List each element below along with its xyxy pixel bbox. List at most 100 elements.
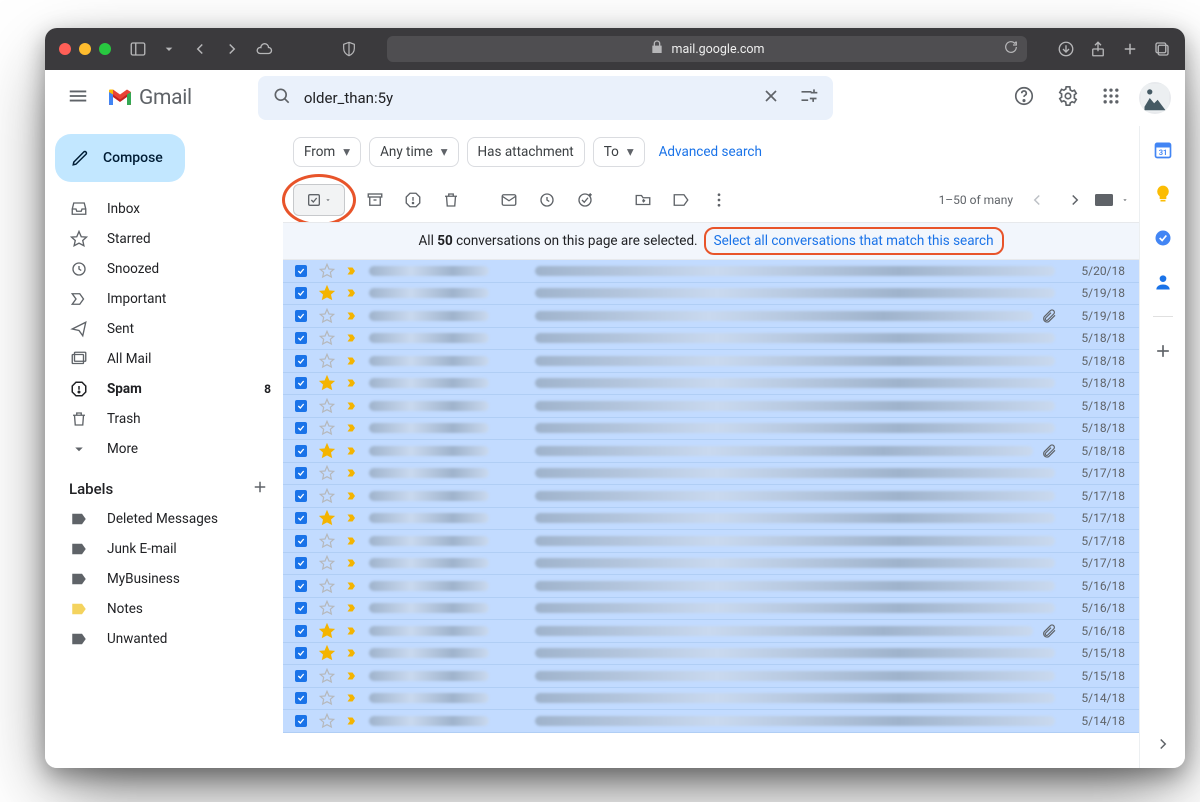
gmail-logo[interactable]: Gmail [107, 86, 192, 110]
row-checkbox[interactable] [293, 488, 311, 504]
row-checkbox[interactable] [293, 713, 311, 729]
share-icon[interactable] [1089, 40, 1107, 58]
star-icon[interactable] [319, 510, 337, 526]
downloads-icon[interactable] [1057, 40, 1075, 58]
star-icon[interactable] [319, 263, 337, 279]
input-tools-button[interactable] [1095, 194, 1129, 206]
row-checkbox[interactable] [293, 308, 311, 324]
prev-page-button[interactable] [1019, 182, 1055, 218]
email-row[interactable]: 5/14/18 [283, 710, 1139, 733]
importance-icon[interactable] [345, 355, 359, 367]
google-apps-icon[interactable] [1097, 82, 1125, 114]
star-icon[interactable] [319, 398, 337, 414]
email-row[interactable]: 5/19/18 [283, 305, 1139, 328]
row-checkbox[interactable] [293, 578, 311, 594]
row-checkbox[interactable] [293, 420, 311, 436]
importance-icon[interactable] [345, 287, 359, 299]
email-row[interactable]: 5/15/18 [283, 665, 1139, 688]
move-to-button[interactable] [625, 182, 661, 218]
mark-unread-button[interactable] [491, 182, 527, 218]
importance-icon[interactable] [345, 445, 359, 457]
search-input[interactable] [304, 89, 749, 107]
add-to-tasks-button[interactable] [567, 182, 603, 218]
filter-anytime-chip[interactable]: Any time▾ [369, 137, 458, 167]
email-row[interactable]: 5/20/18 [283, 260, 1139, 283]
report-spam-button[interactable] [395, 182, 431, 218]
minimize-window-button[interactable] [79, 43, 91, 55]
sidebar-item-snoozed[interactable]: Snoozed [45, 254, 283, 284]
tab-overview-icon[interactable] [1153, 40, 1171, 58]
settings-icon[interactable] [1053, 81, 1083, 115]
star-icon[interactable] [319, 555, 337, 571]
row-checkbox[interactable] [293, 510, 311, 526]
cloud-icon[interactable] [255, 40, 273, 58]
row-checkbox[interactable] [293, 398, 311, 414]
email-row[interactable]: 5/18/18 [283, 373, 1139, 396]
advanced-search-link[interactable]: Advanced search [659, 144, 762, 160]
label-item-junk-e-mail[interactable]: Junk E-mail [45, 534, 283, 564]
row-checkbox[interactable] [293, 623, 311, 639]
star-icon[interactable] [319, 713, 337, 729]
fullscreen-window-button[interactable] [99, 43, 111, 55]
archive-button[interactable] [357, 182, 393, 218]
compose-button[interactable]: Compose [55, 134, 185, 182]
star-icon[interactable] [319, 645, 337, 661]
importance-icon[interactable] [345, 265, 359, 277]
star-icon[interactable] [319, 690, 337, 706]
row-checkbox[interactable] [293, 375, 311, 391]
chevron-down-icon[interactable] [161, 41, 177, 57]
importance-icon[interactable] [345, 310, 359, 322]
new-tab-icon[interactable] [1121, 40, 1139, 58]
filter-attachment-chip[interactable]: Has attachment [467, 137, 585, 167]
row-checkbox[interactable] [293, 353, 311, 369]
importance-icon[interactable] [345, 580, 359, 592]
importance-icon[interactable] [345, 557, 359, 569]
get-addons-icon[interactable] [1153, 341, 1173, 361]
email-row[interactable]: 5/16/18 [283, 620, 1139, 643]
star-icon[interactable] [319, 668, 337, 684]
row-checkbox[interactable] [293, 533, 311, 549]
label-item-notes[interactable]: Notes [45, 594, 283, 624]
importance-icon[interactable] [345, 377, 359, 389]
main-menu-icon[interactable] [61, 79, 95, 117]
more-button[interactable] [701, 182, 737, 218]
search-bar[interactable] [258, 76, 833, 120]
filter-from-chip[interactable]: From▾ [293, 137, 361, 167]
sidebar-item-important[interactable]: Important [45, 284, 283, 314]
row-checkbox[interactable] [293, 600, 311, 616]
importance-icon[interactable] [345, 535, 359, 547]
row-checkbox[interactable] [293, 555, 311, 571]
row-checkbox[interactable] [293, 465, 311, 481]
row-checkbox[interactable] [293, 285, 311, 301]
select-all-checkbox[interactable] [293, 184, 345, 216]
importance-icon[interactable] [345, 332, 359, 344]
back-icon[interactable] [191, 40, 209, 58]
sidebar-item-trash[interactable]: Trash [45, 404, 283, 434]
importance-icon[interactable] [345, 647, 359, 659]
importance-icon[interactable] [345, 467, 359, 479]
clear-search-icon[interactable] [755, 80, 787, 116]
star-icon[interactable] [319, 420, 337, 436]
hide-side-panel-icon[interactable] [1153, 734, 1173, 754]
row-checkbox[interactable] [293, 690, 311, 706]
close-window-button[interactable] [59, 43, 71, 55]
star-icon[interactable] [319, 623, 337, 639]
sidebar-toggle-icon[interactable] [129, 40, 147, 58]
reload-icon[interactable] [1003, 39, 1019, 59]
sidebar-item-all-mail[interactable]: All Mail [45, 344, 283, 374]
star-icon[interactable] [319, 488, 337, 504]
star-icon[interactable] [319, 308, 337, 324]
account-avatar[interactable] [1139, 82, 1171, 114]
importance-icon[interactable] [345, 490, 359, 502]
row-checkbox[interactable] [293, 443, 311, 459]
star-icon[interactable] [319, 330, 337, 346]
star-icon[interactable] [319, 443, 337, 459]
email-row[interactable]: 5/18/18 [283, 395, 1139, 418]
calendar-app-icon[interactable]: 31 [1153, 140, 1173, 160]
contacts-app-icon[interactable] [1153, 272, 1173, 292]
star-icon[interactable] [319, 465, 337, 481]
email-row[interactable]: 5/17/18 [283, 508, 1139, 531]
support-icon[interactable] [1009, 81, 1039, 115]
shield-icon[interactable] [341, 41, 357, 57]
star-icon[interactable] [319, 375, 337, 391]
